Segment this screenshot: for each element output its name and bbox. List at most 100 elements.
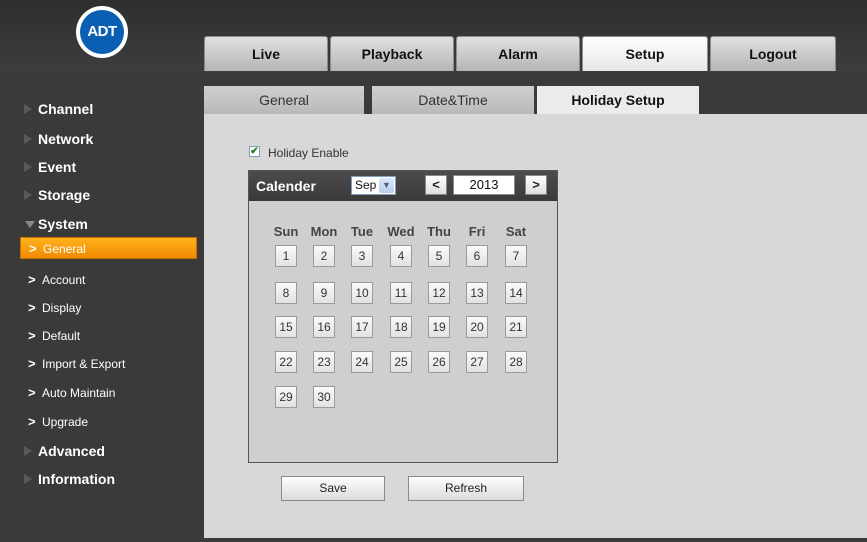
subtab-holiday-setup[interactable]: Holiday Setup (537, 86, 699, 114)
calendar-day[interactable]: 5 (428, 245, 450, 267)
sidebar-item-label: Storage (38, 187, 91, 203)
calendar-day[interactable]: 13 (466, 282, 488, 304)
calendar-day[interactable]: 12 (428, 282, 450, 304)
weekday-header: Mon (310, 224, 338, 239)
calendar-day[interactable]: 27 (466, 351, 488, 373)
triangle-right-icon (24, 474, 32, 484)
sidebar-subitem-general[interactable]: > General (20, 237, 197, 259)
weekday-header: Sun (273, 224, 299, 239)
sidebar-subitem-label: Import & Export (42, 357, 126, 371)
calendar-day[interactable]: 15 (275, 316, 297, 338)
calendar-day[interactable]: 18 (390, 316, 412, 338)
calendar-day[interactable]: 4 (390, 245, 412, 267)
calendar-day[interactable]: 30 (313, 386, 335, 408)
sidebar-item-network[interactable]: Network (0, 129, 202, 149)
calendar-day[interactable]: 20 (466, 316, 488, 338)
calendar-day[interactable]: 23 (313, 351, 335, 373)
calendar-header: Calender Sep ▼ < 2013 > (249, 171, 557, 201)
calendar-day[interactable]: 14 (505, 282, 527, 304)
calendar-day[interactable]: 1 (275, 245, 297, 267)
triangle-right-icon (24, 446, 32, 456)
chevron-right-icon: > (29, 241, 37, 256)
sidebar: Channel Network Event Storage System > G… (0, 72, 202, 542)
sidebar-subitem-auto-maintain[interactable]: > Auto Maintain (20, 382, 197, 404)
triangle-right-icon (24, 134, 32, 144)
calendar-day[interactable]: 26 (428, 351, 450, 373)
calendar-day[interactable]: 25 (390, 351, 412, 373)
sidebar-item-system[interactable]: System (0, 214, 202, 234)
sidebar-item-label: Channel (38, 101, 94, 117)
calendar-day[interactable]: 10 (351, 282, 373, 304)
sidebar-item-label: System (38, 216, 88, 232)
calendar-day[interactable]: 2 (313, 245, 335, 267)
calendar-title: Calender (256, 178, 316, 194)
sidebar-subitem-import-export[interactable]: > Import & Export (20, 353, 197, 375)
save-button[interactable]: Save (281, 476, 385, 501)
chevron-right-icon: > (28, 300, 36, 315)
sidebar-item-storage[interactable]: Storage (0, 185, 202, 205)
triangle-right-icon (24, 190, 32, 200)
header-bar: ADT Live Playback Alarm Setup Logout (0, 0, 867, 72)
weekday-header: Wed (387, 224, 415, 239)
refresh-button[interactable]: Refresh (408, 476, 524, 501)
calendar-day[interactable]: 28 (505, 351, 527, 373)
prev-year-button[interactable]: < (425, 175, 447, 195)
calendar-day[interactable]: 19 (428, 316, 450, 338)
sidebar-subitem-label: Display (42, 301, 82, 315)
sidebar-subitem-label: Default (42, 329, 81, 343)
weekday-header: Sat (505, 224, 527, 239)
sidebar-subitem-label: General (43, 242, 86, 256)
calendar-day[interactable]: 21 (505, 316, 527, 338)
holiday-enable-label: Holiday Enable (268, 146, 349, 160)
chevron-right-icon: > (28, 272, 36, 287)
adt-logo: ADT (76, 6, 128, 58)
subtab-date-time[interactable]: Date&Time (372, 86, 534, 114)
triangle-down-icon (25, 221, 35, 228)
weekday-header: Tue (350, 224, 374, 239)
sidebar-item-channel[interactable]: Channel (0, 99, 202, 119)
sidebar-subitem-account[interactable]: > Account (20, 269, 197, 291)
sidebar-item-advanced[interactable]: Advanced (0, 441, 202, 461)
chevron-right-icon: > (28, 414, 36, 429)
calendar-day[interactable]: 11 (390, 282, 412, 304)
tab-setup[interactable]: Setup (582, 36, 708, 71)
tab-alarm[interactable]: Alarm (456, 36, 580, 71)
tab-logout[interactable]: Logout (710, 36, 836, 71)
sidebar-subitem-display[interactable]: > Display (20, 297, 197, 319)
calendar-day[interactable]: 17 (351, 316, 373, 338)
year-field[interactable]: 2013 (453, 175, 515, 195)
sidebar-item-label: Advanced (38, 443, 105, 459)
sidebar-subitem-default[interactable]: > Default (20, 325, 197, 347)
sidebar-item-event[interactable]: Event (0, 157, 202, 177)
calendar-day[interactable]: 6 (466, 245, 488, 267)
month-select[interactable]: Sep ▼ (351, 176, 396, 195)
holiday-enable-checkbox[interactable]: ✔ (249, 146, 260, 157)
weekday-header: Thu (427, 224, 451, 239)
calendar-day[interactable]: 3 (351, 245, 373, 267)
calendar-day[interactable]: 22 (275, 351, 297, 373)
sidebar-subitem-label: Auto Maintain (42, 386, 116, 400)
sidebar-subitem-upgrade[interactable]: > Upgrade (20, 411, 197, 433)
chevron-right-icon: > (28, 328, 36, 343)
weekday-header: Fri (468, 224, 486, 239)
sub-tab-bar: General Date&Time Holiday Setup (204, 86, 867, 114)
sidebar-item-information[interactable]: Information (0, 469, 202, 489)
calendar-day[interactable]: 29 (275, 386, 297, 408)
subtab-general[interactable]: General (204, 86, 364, 114)
calendar-day[interactable]: 24 (351, 351, 373, 373)
calendar-day[interactable]: 7 (505, 245, 527, 267)
sidebar-subitem-label: Account (42, 273, 86, 287)
tab-playback[interactable]: Playback (330, 36, 454, 71)
calendar-day[interactable]: 16 (313, 316, 335, 338)
triangle-right-icon (24, 104, 32, 114)
sidebar-item-label: Information (38, 471, 115, 487)
holiday-calendar: Calender Sep ▼ < 2013 > Sun Mon Tue Wed … (248, 170, 558, 463)
calendar-day[interactable]: 8 (275, 282, 297, 304)
calendar-day[interactable]: 9 (313, 282, 335, 304)
triangle-right-icon (24, 162, 32, 172)
tab-live[interactable]: Live (204, 36, 328, 71)
logo-text: ADT (80, 10, 124, 54)
chevron-right-icon: > (28, 385, 36, 400)
next-year-button[interactable]: > (525, 175, 547, 195)
sidebar-item-label: Network (38, 131, 94, 147)
